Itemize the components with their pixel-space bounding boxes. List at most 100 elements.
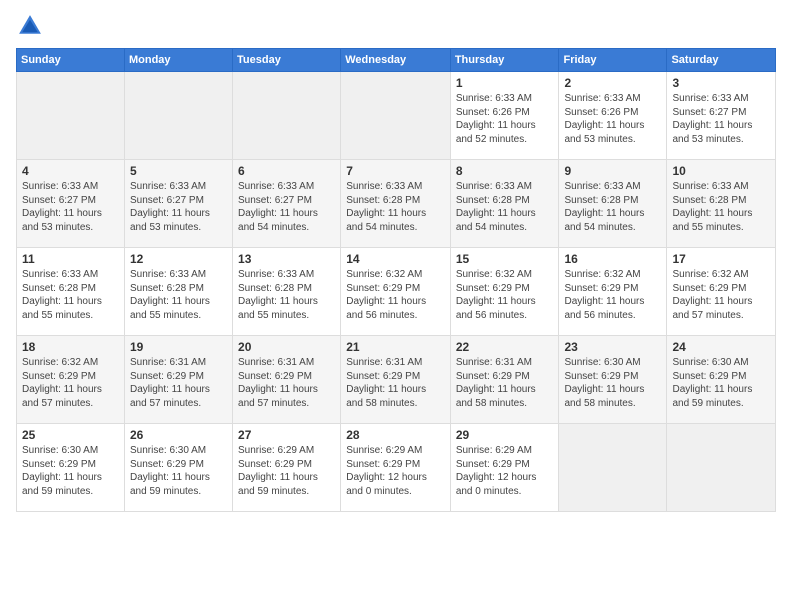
calendar-cell: 13 Sunrise: 6:33 AMSunset: 6:28 PMDayligh… (233, 248, 341, 336)
day-number: 20 (238, 340, 335, 354)
day-number: 29 (456, 428, 554, 442)
day-info: Sunrise: 6:33 AMSunset: 6:28 PMDaylight:… (346, 180, 445, 234)
day-info: Sunrise: 6:32 AMSunset: 6:29 PMDaylight:… (672, 268, 770, 322)
calendar: SundayMondayTuesdayWednesdayThursdayFrid… (16, 48, 776, 512)
logo-icon (16, 12, 44, 40)
day-info: Sunrise: 6:33 AMSunset: 6:28 PMDaylight:… (456, 180, 554, 234)
day-number: 6 (238, 164, 335, 178)
calendar-cell: 21 Sunrise: 6:31 AMSunset: 6:29 PMDayligh… (341, 336, 451, 424)
day-number: 12 (130, 252, 227, 266)
weekday-header-wednesday: Wednesday (341, 49, 451, 72)
day-number: 1 (456, 76, 554, 90)
day-number: 13 (238, 252, 335, 266)
day-number: 8 (456, 164, 554, 178)
day-info: Sunrise: 6:29 AMSunset: 6:29 PMDaylight:… (456, 444, 554, 498)
week-row-4: 18Sunrise: 6:32 AMSunset: 6:29 PMDayligh… (17, 336, 776, 424)
day-number: 3 (672, 76, 770, 90)
day-info: Sunrise: 6:33 AMSunset: 6:28 PMDaylight:… (130, 268, 227, 322)
calendar-cell: 19 Sunrise: 6:31 AMSunset: 6:29 PMDayligh… (124, 336, 232, 424)
day-info: Sunrise: 6:31 AMSunset: 6:29 PMDaylight:… (130, 356, 227, 410)
calendar-cell: 27Sunrise: 6:29 AMSunset: 6:29 PMDayligh… (233, 424, 341, 512)
week-row-2: 4 Sunrise: 6:33 AMSunset: 6:27 PMDaylight… (17, 160, 776, 248)
day-info: Sunrise: 6:30 AMSunset: 6:29 PMDaylight:… (22, 444, 119, 498)
day-number: 25 (22, 428, 119, 442)
page: SundayMondayTuesdayWednesdayThursdayFrid… (0, 0, 792, 612)
calendar-cell: 12 Sunrise: 6:33 AMSunset: 6:28 PMDayligh… (124, 248, 232, 336)
logo (16, 12, 48, 40)
day-number: 7 (346, 164, 445, 178)
day-number: 11 (22, 252, 119, 266)
day-info: Sunrise: 6:33 AMSunset: 6:27 PMDaylight:… (130, 180, 227, 234)
day-number: 24 (672, 340, 770, 354)
day-number: 16 (564, 252, 661, 266)
week-row-5: 25 Sunrise: 6:30 AMSunset: 6:29 PMDayligh… (17, 424, 776, 512)
weekday-header-thursday: Thursday (450, 49, 559, 72)
day-info: Sunrise: 6:31 AMSunset: 6:29 PMDaylight:… (456, 356, 554, 410)
day-info: Sunrise: 6:30 AMSunset: 6:29 PMDaylight:… (130, 444, 227, 498)
day-info: Sunrise: 6:31 AMSunset: 6:29 PMDaylight:… (346, 356, 445, 410)
calendar-cell: 11 Sunrise: 6:33 AMSunset: 6:28 PMDayligh… (17, 248, 125, 336)
calendar-header: SundayMondayTuesdayWednesdayThursdayFrid… (17, 49, 776, 72)
calendar-cell: 29 Sunrise: 6:29 AMSunset: 6:29 PMDayligh… (450, 424, 559, 512)
day-info: Sunrise: 6:32 AMSunset: 6:29 PMDaylight:… (22, 356, 119, 410)
calendar-cell: 14Sunrise: 6:32 AMSunset: 6:29 PMDayligh… (341, 248, 451, 336)
day-info: Sunrise: 6:30 AMSunset: 6:29 PMDaylight:… (564, 356, 661, 410)
calendar-cell: 6 Sunrise: 6:33 AMSunset: 6:27 PMDaylight… (233, 160, 341, 248)
day-info: Sunrise: 6:33 AMSunset: 6:28 PMDaylight:… (238, 268, 335, 322)
calendar-cell: 2 Sunrise: 6:33 AMSunset: 6:26 PMDaylight… (559, 72, 667, 160)
day-number: 19 (130, 340, 227, 354)
calendar-cell: 15Sunrise: 6:32 AMSunset: 6:29 PMDayligh… (450, 248, 559, 336)
day-info: Sunrise: 6:32 AMSunset: 6:29 PMDaylight:… (564, 268, 661, 322)
weekday-header-friday: Friday (559, 49, 667, 72)
calendar-cell: 1 Sunrise: 6:33 AMSunset: 6:26 PMDaylight… (450, 72, 559, 160)
calendar-cell (667, 424, 776, 512)
week-row-1: 1 Sunrise: 6:33 AMSunset: 6:26 PMDaylight… (17, 72, 776, 160)
calendar-cell: 3 Sunrise: 6:33 AMSunset: 6:27 PMDaylight… (667, 72, 776, 160)
calendar-cell: 17 Sunrise: 6:32 AMSunset: 6:29 PMDayligh… (667, 248, 776, 336)
calendar-cell: 4Sunrise: 6:33 AMSunset: 6:27 PMDaylight… (17, 160, 125, 248)
calendar-cell: 18Sunrise: 6:32 AMSunset: 6:29 PMDayligh… (17, 336, 125, 424)
calendar-cell (233, 72, 341, 160)
day-info: Sunrise: 6:33 AMSunset: 6:26 PMDaylight:… (564, 92, 661, 146)
weekday-header-tuesday: Tuesday (233, 49, 341, 72)
day-info: Sunrise: 6:32 AMSunset: 6:29 PMDaylight:… (346, 268, 445, 322)
calendar-cell: 8 Sunrise: 6:33 AMSunset: 6:28 PMDaylight… (450, 160, 559, 248)
day-info: Sunrise: 6:32 AMSunset: 6:29 PMDaylight:… (456, 268, 554, 322)
day-number: 9 (564, 164, 661, 178)
calendar-cell (341, 72, 451, 160)
calendar-cell: 22Sunrise: 6:31 AMSunset: 6:29 PMDayligh… (450, 336, 559, 424)
calendar-body: 1 Sunrise: 6:33 AMSunset: 6:26 PMDaylight… (17, 72, 776, 512)
day-number: 2 (564, 76, 661, 90)
day-info: Sunrise: 6:33 AMSunset: 6:27 PMDaylight:… (238, 180, 335, 234)
day-number: 5 (130, 164, 227, 178)
day-info: Sunrise: 6:33 AMSunset: 6:28 PMDaylight:… (672, 180, 770, 234)
day-number: 4 (22, 164, 119, 178)
calendar-cell: 9 Sunrise: 6:33 AMSunset: 6:28 PMDaylight… (559, 160, 667, 248)
day-number: 26 (130, 428, 227, 442)
calendar-cell: 7 Sunrise: 6:33 AMSunset: 6:28 PMDaylight… (341, 160, 451, 248)
day-info: Sunrise: 6:33 AMSunset: 6:27 PMDaylight:… (672, 92, 770, 146)
calendar-cell: 24 Sunrise: 6:30 AMSunset: 6:29 PMDayligh… (667, 336, 776, 424)
day-info: Sunrise: 6:33 AMSunset: 6:28 PMDaylight:… (22, 268, 119, 322)
calendar-cell: 5 Sunrise: 6:33 AMSunset: 6:27 PMDaylight… (124, 160, 232, 248)
day-number: 28 (346, 428, 445, 442)
calendar-cell (559, 424, 667, 512)
day-info: Sunrise: 6:30 AMSunset: 6:29 PMDaylight:… (672, 356, 770, 410)
calendar-cell: 20 Sunrise: 6:31 AMSunset: 6:29 PMDayligh… (233, 336, 341, 424)
header (16, 12, 776, 40)
week-row-3: 11 Sunrise: 6:33 AMSunset: 6:28 PMDayligh… (17, 248, 776, 336)
day-info: Sunrise: 6:31 AMSunset: 6:29 PMDaylight:… (238, 356, 335, 410)
day-info: Sunrise: 6:33 AMSunset: 6:26 PMDaylight:… (456, 92, 554, 146)
calendar-cell (17, 72, 125, 160)
calendar-cell: 16 Sunrise: 6:32 AMSunset: 6:29 PMDayligh… (559, 248, 667, 336)
day-number: 17 (672, 252, 770, 266)
calendar-cell: 26 Sunrise: 6:30 AMSunset: 6:29 PMDayligh… (124, 424, 232, 512)
day-number: 21 (346, 340, 445, 354)
calendar-cell: 28Sunrise: 6:29 AMSunset: 6:29 PMDayligh… (341, 424, 451, 512)
day-info: Sunrise: 6:33 AMSunset: 6:28 PMDaylight:… (564, 180, 661, 234)
weekday-header-saturday: Saturday (667, 49, 776, 72)
weekday-header-row: SundayMondayTuesdayWednesdayThursdayFrid… (17, 49, 776, 72)
calendar-cell: 10 Sunrise: 6:33 AMSunset: 6:28 PMDayligh… (667, 160, 776, 248)
day-number: 10 (672, 164, 770, 178)
day-number: 23 (564, 340, 661, 354)
